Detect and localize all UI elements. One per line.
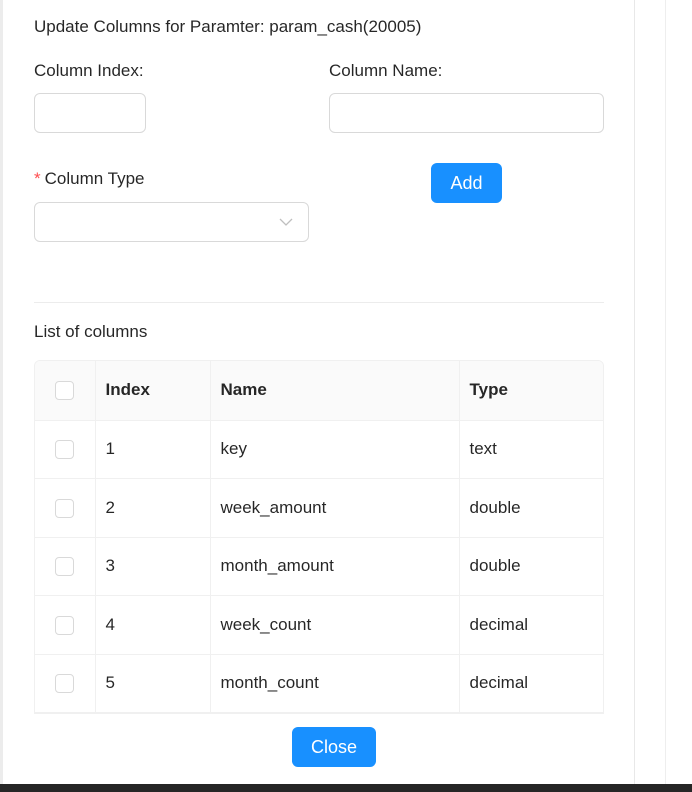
column-index-label: Column Index: bbox=[34, 61, 144, 80]
divider bbox=[34, 302, 604, 303]
row-checkbox-cell bbox=[35, 420, 96, 479]
cell-name: week_amount bbox=[210, 478, 460, 538]
row-checkbox-cell bbox=[35, 478, 96, 538]
dialog-title: Update Columns for Paramter: param_cash(… bbox=[34, 17, 422, 36]
cell-name: week_count bbox=[210, 595, 460, 655]
cell-type: text bbox=[459, 420, 603, 479]
cell-type: double bbox=[459, 478, 603, 538]
select-all-checkbox[interactable] bbox=[55, 381, 75, 401]
row-checkbox-cell bbox=[35, 595, 96, 655]
column-name-label: Column Name: bbox=[329, 61, 443, 80]
table-row: 5 month_count decimal bbox=[35, 654, 603, 713]
cell-type: double bbox=[459, 537, 603, 596]
add-button[interactable]: Add bbox=[431, 163, 502, 203]
row-checkbox-cell bbox=[35, 537, 96, 596]
table-row: 4 week_count decimal bbox=[35, 595, 603, 655]
cell-type: decimal bbox=[459, 595, 603, 655]
cell-index: 3 bbox=[95, 537, 211, 596]
column-type-select[interactable] bbox=[34, 202, 309, 242]
select-all-cell bbox=[35, 361, 96, 421]
list-title: List of columns bbox=[34, 322, 148, 341]
cell-index: 5 bbox=[95, 654, 211, 713]
table-row: 3 month_amount double bbox=[35, 537, 603, 596]
panel-right-border bbox=[634, 0, 635, 784]
cell-name: month_amount bbox=[210, 537, 460, 596]
chevron-down-icon bbox=[279, 218, 293, 226]
cell-index: 4 bbox=[95, 595, 211, 655]
window-right-border bbox=[665, 0, 666, 784]
table-row: 2 week_amount double bbox=[35, 478, 603, 538]
cell-name: month_count bbox=[210, 654, 460, 713]
row-checkbox[interactable] bbox=[55, 557, 75, 577]
row-checkbox[interactable] bbox=[55, 674, 75, 694]
required-mark: * bbox=[34, 169, 41, 188]
column-index-input[interactable] bbox=[34, 93, 146, 133]
cell-type: decimal bbox=[459, 654, 603, 713]
bottom-bar bbox=[0, 784, 692, 792]
table-row: 1 key text bbox=[35, 420, 603, 479]
header-type: Type bbox=[459, 361, 603, 421]
header-index: Index bbox=[95, 361, 211, 421]
row-checkbox[interactable] bbox=[55, 498, 75, 518]
row-checkbox-cell bbox=[35, 654, 96, 713]
cell-name: key bbox=[210, 420, 460, 479]
column-type-label: * Column Type bbox=[34, 169, 144, 189]
header-name: Name bbox=[210, 361, 460, 421]
cell-index: 2 bbox=[95, 478, 211, 538]
columns-table: Index Name Type 1 key text 2 week_amount… bbox=[34, 360, 604, 714]
column-name-input[interactable] bbox=[329, 93, 604, 133]
column-type-label-text: Column Type bbox=[44, 169, 145, 188]
row-checkbox[interactable] bbox=[55, 440, 75, 460]
row-checkbox[interactable] bbox=[55, 615, 75, 635]
table-header-row: Index Name Type bbox=[35, 361, 603, 421]
left-edge bbox=[0, 0, 3, 784]
close-button[interactable]: Close bbox=[292, 727, 376, 767]
cell-index: 1 bbox=[95, 420, 211, 479]
